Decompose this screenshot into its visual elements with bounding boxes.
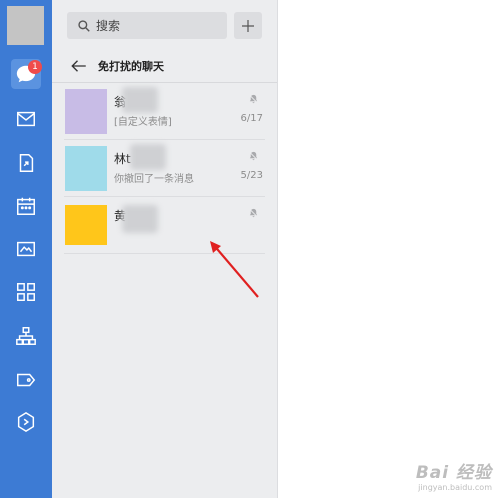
search-icon xyxy=(78,19,90,32)
annotation-arrow xyxy=(210,241,259,298)
chat-content-area: Bai 经验 jingyan.baidu.com xyxy=(278,0,500,498)
contact-avatar xyxy=(65,89,107,134)
apps-grid-icon[interactable] xyxy=(11,277,41,307)
muted-bell-icon xyxy=(249,208,258,218)
muted-bell-icon xyxy=(249,151,258,161)
sidebar: 1 xyxy=(0,0,52,498)
page-title: 免打扰的聊天 xyxy=(98,60,164,73)
conversation-list-panel: 免打扰的聊天 翁 [自定义表情] 6/17 林t 你撤回了一条消息 5/23 黄 xyxy=(52,0,278,498)
name-blur-mask xyxy=(122,87,158,113)
add-button[interactable] xyxy=(234,12,262,39)
watermark: Bai 经验 jingyan.baidu.com xyxy=(416,458,492,492)
unread-badge: 1 xyxy=(28,60,42,74)
plus-icon xyxy=(242,19,254,32)
conversation-row[interactable]: 翁 [自定义表情] 6/17 xyxy=(52,83,277,140)
name-blur-mask xyxy=(130,144,166,170)
conversation-row[interactable]: 林t 你撤回了一条消息 5/23 xyxy=(52,140,277,197)
search-input[interactable] xyxy=(96,18,216,33)
tag-icon[interactable] xyxy=(11,365,41,395)
contact-avatar xyxy=(65,205,107,245)
back-arrow-icon[interactable] xyxy=(70,57,88,75)
org-chart-icon[interactable] xyxy=(11,321,41,351)
message-date: 5/23 xyxy=(240,170,263,181)
mail-icon[interactable] xyxy=(11,104,41,134)
message-preview: 你撤回了一条消息 xyxy=(114,174,194,185)
watermark-sub: jingyan.baidu.com xyxy=(418,483,492,492)
contact-name: 林t xyxy=(114,152,131,166)
contact-avatar xyxy=(65,146,107,191)
calendar-icon[interactable] xyxy=(11,191,41,221)
user-avatar[interactable] xyxy=(7,6,44,45)
watermark-main: Bai 经验 xyxy=(415,463,492,483)
name-blur-mask xyxy=(122,205,158,233)
search-box[interactable] xyxy=(67,12,227,39)
document-share-icon[interactable] xyxy=(11,148,41,178)
message-date: 6/17 xyxy=(240,113,263,124)
subheader: 免打扰的聊天 xyxy=(52,50,277,82)
cube-icon[interactable] xyxy=(11,407,41,437)
message-preview: [自定义表情] xyxy=(114,117,172,128)
muted-bell-icon xyxy=(249,94,258,104)
drive-icon[interactable] xyxy=(11,234,41,264)
